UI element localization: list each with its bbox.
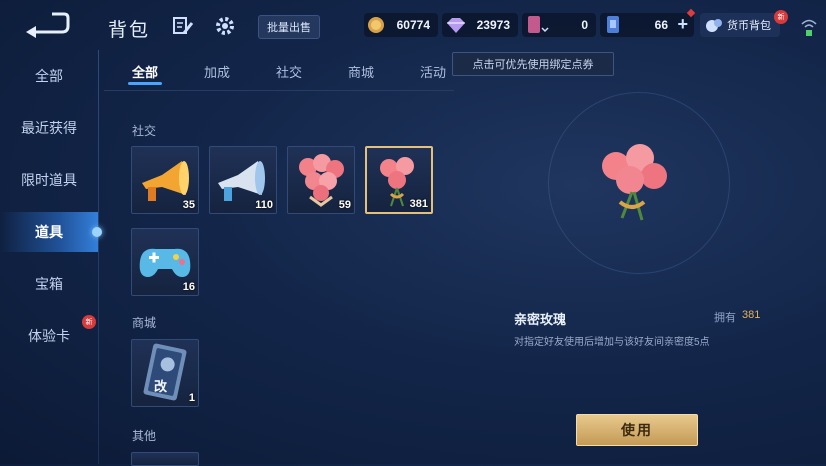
token-amount: 66 [654, 18, 668, 32]
sidebar-item-chest[interactable]: 宝箱 [0, 264, 98, 304]
item-count: 110 [255, 199, 273, 211]
wallet-button[interactable]: 货币背包 [700, 13, 780, 37]
item-horn-gold[interactable]: 35 [131, 146, 199, 214]
item-count: 35 [182, 199, 195, 211]
item-count: 59 [338, 199, 351, 211]
tab-underline [128, 82, 162, 85]
gold-coin-icon [368, 17, 384, 33]
tab-social[interactable]: 社交 [276, 62, 302, 81]
signal-icon [800, 16, 818, 43]
sidebar-item-limited[interactable]: 限时道具 [0, 160, 98, 200]
item-rename-card[interactable]: 改 1 [131, 339, 199, 407]
voucher-icon [528, 16, 549, 33]
wallet-label: 货币背包 [727, 20, 771, 32]
page-title: 背包 [108, 20, 151, 41]
gold-currency: 60774 [364, 13, 438, 37]
plus-icon[interactable]: + [677, 14, 688, 35]
trial-card-new-badge: 新 [82, 315, 96, 329]
use-button[interactable]: 使用 [576, 414, 698, 446]
sidebar-item-all[interactable]: 全部 [0, 56, 98, 96]
tabs-divider [104, 90, 454, 91]
voucher-tooltip: 点击可优先使用绑定点券 [452, 52, 614, 76]
item-gamepad[interactable]: 16 [131, 228, 199, 296]
token-currency[interactable]: 66 + [600, 8, 696, 37]
wallet-icon [706, 19, 722, 32]
tab-event[interactable]: 活动 [420, 62, 446, 81]
diamond-amount: 23973 [476, 18, 510, 32]
section-mall-title: 商城 [132, 316, 157, 330]
rename-card-glyph: 改 [154, 379, 168, 394]
item-count: 16 [182, 281, 195, 293]
edit-icon[interactable] [172, 15, 194, 37]
item-name: 亲密玫瑰 [514, 312, 567, 327]
owned-label: 拥有 [714, 312, 736, 324]
item-rose-heart[interactable]: 59 [287, 146, 355, 214]
voucher-currency[interactable]: 0 [522, 13, 596, 37]
new-badge: 新 [774, 10, 788, 24]
gear-icon[interactable] [214, 15, 236, 37]
gold-amount: 60774 [396, 18, 430, 32]
bulk-sell-button[interactable]: 批量出售 [258, 15, 320, 39]
tab-all[interactable]: 全部 [132, 62, 158, 81]
item-count: 1 [188, 392, 195, 404]
tab-boost[interactable]: 加成 [204, 62, 230, 81]
item-description: 对指定好友使用后增加与该好友间亲密度5点 [514, 337, 710, 348]
sidebar-divider [98, 50, 99, 464]
item-horn-silver[interactable]: 110 [209, 146, 277, 214]
diamond-icon [447, 18, 465, 33]
active-indicator-icon [92, 227, 102, 237]
voucher-amount: 0 [581, 18, 588, 32]
token-icon [607, 16, 619, 33]
tab-mall[interactable]: 商城 [348, 62, 374, 81]
section-other-title: 其他 [132, 429, 157, 443]
diamond-currency: 23973 [442, 13, 518, 37]
item-count: 381 [409, 198, 428, 210]
owned-value: 381 [742, 309, 761, 321]
back-icon[interactable] [22, 10, 72, 38]
item-rose-bouquet-selected[interactable]: 381 [365, 146, 433, 214]
section-social-title: 社交 [132, 124, 157, 138]
sidebar-item-props[interactable]: 道具 [0, 212, 98, 252]
detail-rose-bouquet-icon [596, 136, 676, 231]
sidebar-item-recent[interactable]: 最近获得 [0, 108, 98, 148]
